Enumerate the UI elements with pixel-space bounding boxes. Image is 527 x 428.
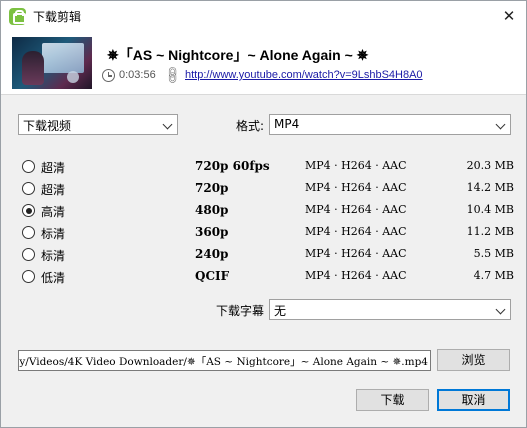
- quality-label: 高清: [41, 205, 66, 219]
- video-title: ✵「AS ~ Nightcore」~ Alone Again ~ ✵: [107, 47, 369, 63]
- quality-radio[interactable]: [22, 270, 35, 283]
- quality-option-row[interactable]: 超清 720p MP4 · H264 · AAC 14.2 MB: [19, 178, 514, 199]
- quality-radio[interactable]: [22, 182, 35, 195]
- quality-format: MP4 · H264 · AAC: [305, 225, 407, 238]
- quality-option-row[interactable]: 标清 240p MP4 · H264 · AAC 5.5 MB: [19, 244, 514, 265]
- cancel-button[interactable]: 取消: [437, 389, 510, 411]
- quality-radio[interactable]: [22, 204, 35, 217]
- quality-option-row[interactable]: 高清 480p MP4 · H264 · AAC 10.4 MB: [19, 200, 514, 221]
- format-select[interactable]: MP4: [269, 114, 511, 135]
- video-info-header: ✵「AS ~ Nightcore」~ Alone Again ~ ✵ 0:03:…: [1, 31, 526, 95]
- quality-size: 10.4 MB: [466, 203, 514, 216]
- save-path-input[interactable]: s/GDaily/Videos/4K Video Downloader/✵「AS…: [18, 350, 431, 371]
- quality-radio[interactable]: [22, 160, 35, 173]
- subtitle-select[interactable]: 无: [269, 299, 511, 320]
- video-thumbnail: [12, 37, 92, 89]
- chevron-down-icon: [495, 119, 506, 130]
- subtitle-label: 下载字幕: [216, 304, 265, 318]
- quality-resolution: 360p: [195, 225, 229, 239]
- subtitle-value: 无: [274, 304, 287, 318]
- quality-label: 低清: [41, 271, 66, 285]
- download-type-select[interactable]: 下载视频: [18, 114, 178, 135]
- quality-format: MP4 · H264 · AAC: [305, 247, 407, 260]
- quality-format: MP4 · H264 · AAC: [305, 203, 407, 216]
- quality-resolution: 720p: [195, 181, 229, 195]
- quality-label: 超清: [41, 161, 66, 175]
- quality-format: MP4 · H264 · AAC: [305, 181, 407, 194]
- quality-size: 14.2 MB: [466, 181, 514, 194]
- title-bar[interactable]: 下载剪辑 ✕: [1, 1, 526, 31]
- quality-format: MP4 · H264 · AAC: [305, 159, 407, 172]
- quality-size: 11.2 MB: [466, 225, 514, 238]
- quality-resolution: 720p 60fps: [195, 159, 270, 173]
- close-icon[interactable]: ✕: [498, 5, 520, 27]
- video-duration: 0:03:56: [119, 69, 156, 81]
- download-type-value: 下载视频: [23, 119, 72, 133]
- quality-label: 超清: [41, 183, 66, 197]
- link-icon: 🔗︎: [162, 64, 185, 87]
- download-dialog: 下载剪辑 ✕ ✵「AS ~ Nightcore」~ Alone Again ~ …: [0, 0, 527, 428]
- format-label: 格式:: [236, 119, 265, 133]
- download-button[interactable]: 下载: [356, 389, 429, 411]
- quality-label: 标清: [41, 227, 66, 241]
- clock-icon: [102, 69, 115, 82]
- quality-radio[interactable]: [22, 226, 35, 239]
- save-path-value: s/GDaily/Videos/4K Video Downloader/✵「AS…: [18, 356, 428, 368]
- chevron-down-icon: [162, 119, 173, 130]
- quality-option-row[interactable]: 低清 QCIF MP4 · H264 · AAC 4.7 MB: [19, 266, 514, 287]
- chevron-down-icon: [495, 304, 506, 315]
- quality-resolution: 240p: [195, 247, 229, 261]
- window-title: 下载剪辑: [33, 10, 82, 24]
- quality-label: 标清: [41, 249, 66, 263]
- quality-format: MP4 · H264 · AAC: [305, 269, 407, 282]
- browse-button[interactable]: 浏览: [437, 349, 510, 371]
- download-app-icon: [9, 8, 26, 25]
- quality-size: 4.7 MB: [473, 269, 514, 282]
- video-url-link[interactable]: http://www.youtube.com/watch?v=9LshbS4H8…: [185, 69, 423, 81]
- quality-radio[interactable]: [22, 248, 35, 261]
- quality-option-row[interactable]: 标清 360p MP4 · H264 · AAC 11.2 MB: [19, 222, 514, 243]
- quality-size: 20.3 MB: [466, 159, 514, 172]
- quality-resolution: 480p: [195, 203, 229, 217]
- quality-resolution: QCIF: [195, 269, 230, 283]
- quality-size: 5.5 MB: [473, 247, 514, 260]
- format-value: MP4: [274, 117, 300, 131]
- quality-option-row[interactable]: 超清 720p 60fps MP4 · H264 · AAC 20.3 MB: [19, 156, 514, 177]
